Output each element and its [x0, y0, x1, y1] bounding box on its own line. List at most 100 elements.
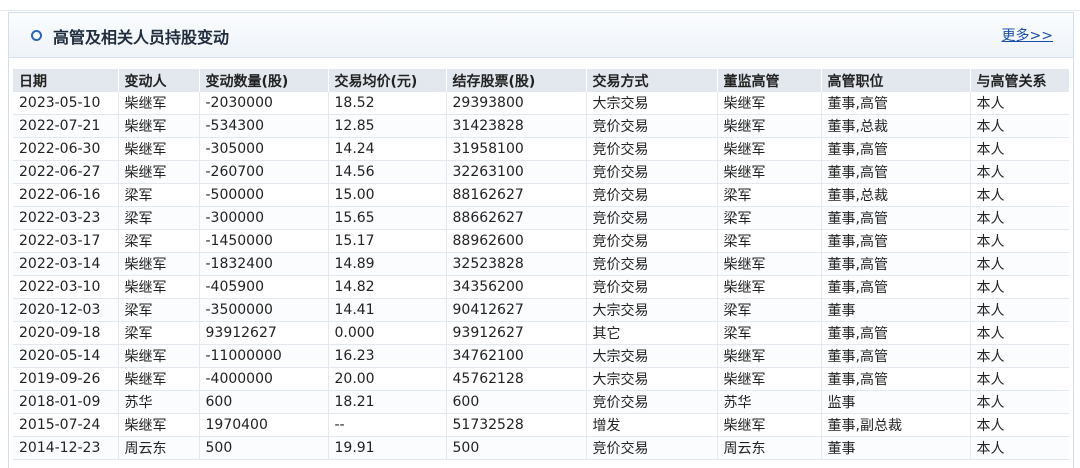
- col-person-cell: 柴继军: [118, 92, 200, 115]
- col-executive-cell: 苏华: [717, 390, 822, 414]
- col-date-cell: 2022-03-10: [13, 275, 119, 299]
- col-relation-cell: 本人: [970, 321, 1069, 345]
- col-balance-cell: 93912627: [446, 321, 587, 345]
- col-person-cell: 柴继军: [118, 413, 200, 437]
- col-change-qty-cell: 600: [199, 390, 329, 414]
- col-trade-type-cell: 竞价交易: [586, 160, 718, 184]
- col-person-cell: 柴继军: [118, 252, 200, 276]
- col-change-qty-header: 变动数量(股): [199, 69, 329, 92]
- col-trade-type-cell: 竞价交易: [586, 137, 718, 161]
- col-position-cell: 董事,高管: [821, 344, 971, 368]
- col-date-header: 日期: [13, 69, 119, 92]
- col-change-qty-cell: -1450000: [199, 229, 329, 253]
- col-trade-type-cell: 竞价交易: [586, 252, 718, 276]
- col-avg-price-cell: 14.41: [328, 298, 447, 322]
- table-row: 2022-03-23 梁军 -300000 15.65 88662627 竞价交易 梁军 董事…: [13, 206, 1069, 230]
- col-balance-cell: 500: [446, 436, 587, 460]
- col-date-cell: 2022-03-17: [13, 229, 119, 253]
- col-relation-cell: 本人: [970, 344, 1069, 368]
- col-executive-cell: 柴继军: [717, 413, 822, 437]
- col-executive-cell: 柴继军: [717, 344, 822, 368]
- col-executive-cell: 柴继军: [717, 92, 822, 115]
- table-row: 2022-03-10 柴继军 -405900 14.82 34356200 竞价交易 柴继军…: [13, 275, 1069, 299]
- table-row: 2022-03-17 梁军 -1450000 15.17 88962600 竞价交易 梁军董…: [13, 229, 1069, 253]
- col-relation-cell: 本人: [970, 229, 1069, 253]
- col-date-cell: 2023-05-10: [13, 92, 119, 115]
- col-relation-cell: 本人: [970, 413, 1069, 437]
- col-trade-type-cell: 大宗交易: [586, 367, 718, 391]
- col-relation-cell: 本人: [970, 137, 1069, 161]
- table-row: 2020-05-14 柴继军 -11000000 16.23 34762100 大宗交易柴…: [13, 344, 1069, 368]
- col-relation-cell: 本人: [970, 252, 1069, 276]
- table-row: 2020-09-18 梁军 93912627 0.000 93912627 其它 梁军 董事,…: [13, 321, 1069, 345]
- col-date-cell: 2022-03-14: [13, 252, 119, 276]
- panel-header: 高管及相关人员持股变动 更多>>: [9, 13, 1073, 58]
- col-trade-type-header: 交易方式: [586, 69, 718, 92]
- circle-bullet-icon: [31, 30, 42, 41]
- col-relation-cell: 本人: [970, 183, 1069, 207]
- col-trade-type-cell: 竞价交易: [586, 390, 718, 414]
- panel-title: 高管及相关人员持股变动: [53, 28, 230, 47]
- col-change-qty-cell: 93912627: [199, 321, 329, 345]
- col-balance-cell: 88962600: [446, 229, 587, 253]
- col-position-cell: 监事: [821, 390, 971, 414]
- col-trade-type-cell: 大宗交易: [586, 344, 718, 368]
- col-date-cell: 2020-09-18: [13, 321, 119, 345]
- col-avg-price-header: 交易均价(元): [328, 69, 447, 92]
- col-relation-cell: 本人: [970, 275, 1069, 299]
- col-change-qty-cell: -305000: [199, 137, 329, 161]
- table-row: 2018-01-09 苏华 600 18.21 600 竞价交易 苏华 监事 本人: [13, 390, 1069, 414]
- col-executive-cell: 梁军: [717, 183, 822, 207]
- col-trade-type-cell: 竞价交易: [586, 183, 718, 207]
- col-change-qty-cell: -500000: [199, 183, 329, 207]
- col-person-cell: 梁军: [118, 229, 200, 253]
- col-date-cell: 2014-12-23: [13, 436, 119, 460]
- col-trade-type-cell: 竞价交易: [586, 206, 718, 230]
- col-change-qty-cell: -300000: [199, 206, 329, 230]
- col-avg-price-cell: 15.17: [328, 229, 447, 253]
- col-person-cell: 柴继军: [118, 367, 200, 391]
- col-position-cell: 董事,高管: [821, 275, 971, 299]
- col-balance-cell: 34762100: [446, 344, 587, 368]
- col-trade-type-cell: 竞价交易: [586, 114, 718, 138]
- col-change-qty-cell: 500: [199, 436, 329, 460]
- col-person-cell: 周云东: [118, 436, 200, 460]
- shareholding-table: 日期 变动人 变动数量(股) 交易均价(元) 结存股票(股) 交易方式 董监高管 高管职位 与高…: [13, 69, 1069, 460]
- col-relation-cell: 本人: [970, 298, 1069, 322]
- table-row: 2014-12-23 周云东 500 19.91 500 竞价交易 周云东 董事 本人: [13, 436, 1069, 460]
- col-change-qty-cell: -405900: [199, 275, 329, 299]
- table-row: 2019-09-26 柴继军 -4000000 20.00 45762128 大宗交易 柴继…: [13, 367, 1069, 391]
- col-person-cell: 柴继军: [118, 344, 200, 368]
- table-row: 2023-05-10 柴继军 -2030000 18.52 29393800 大宗交易 柴继…: [13, 92, 1069, 115]
- col-executive-cell: 柴继军: [717, 367, 822, 391]
- col-person-cell: 梁军: [118, 298, 200, 322]
- col-executive-cell: 周云东: [717, 436, 822, 460]
- col-balance-cell: 88662627: [446, 206, 587, 230]
- col-date-cell: 2022-06-30: [13, 137, 119, 161]
- top-strip: [0, 0, 1080, 11]
- col-date-cell: 2022-07-21: [13, 114, 119, 138]
- col-person-cell: 梁军: [118, 321, 200, 345]
- col-executive-cell: 柴继军: [717, 114, 822, 138]
- col-executive-cell: 梁军: [717, 229, 822, 253]
- col-person-cell: 柴继军: [118, 160, 200, 184]
- col-change-qty-cell: -4000000: [199, 367, 329, 391]
- more-link[interactable]: 更多>>: [1002, 25, 1053, 45]
- col-relation-cell: 本人: [970, 160, 1069, 184]
- col-relation-header: 与高管关系: [970, 69, 1069, 92]
- col-executive-cell: 柴继军: [717, 252, 822, 276]
- table-body: 2023-05-10 柴继军 -2030000 18.52 29393800 大宗交易 柴继…: [13, 92, 1069, 460]
- col-balance-cell: 51732528: [446, 413, 587, 437]
- col-date-cell: 2022-06-16: [13, 183, 119, 207]
- col-date-cell: 2015-07-24: [13, 413, 119, 437]
- col-avg-price-cell: 18.52: [328, 92, 447, 115]
- col-executive-cell: 柴继军: [717, 275, 822, 299]
- col-trade-type-cell: 竞价交易: [586, 436, 718, 460]
- col-change-qty-cell: -1832400: [199, 252, 329, 276]
- col-change-qty-cell: -260700: [199, 160, 329, 184]
- col-date-cell: 2018-01-09: [13, 390, 119, 414]
- col-position-cell: 董事,副总裁: [821, 413, 971, 437]
- col-person-header: 变动人: [118, 69, 200, 92]
- col-avg-price-cell: 14.24: [328, 137, 447, 161]
- col-position-cell: 董事,高管: [821, 92, 971, 115]
